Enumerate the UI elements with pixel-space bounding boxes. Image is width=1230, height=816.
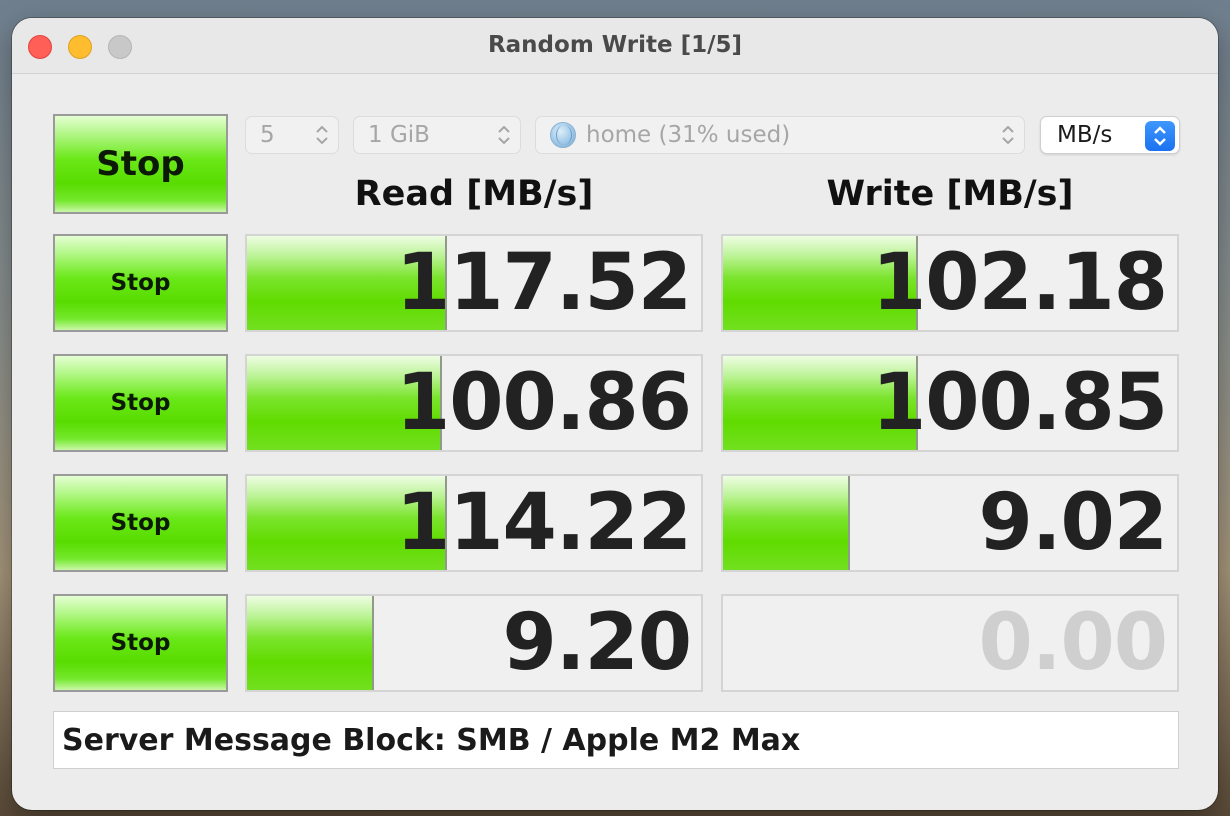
write-result-2: 100.85 <box>721 354 1179 452</box>
write-value: 102.18 <box>872 238 1168 328</box>
stop-row-1-button[interactable]: Stop <box>53 234 228 332</box>
read-value: 114.22 <box>396 478 692 568</box>
stop-all-button[interactable]: Stop <box>53 114 228 214</box>
stop-row-3-button[interactable]: Stop <box>53 474 228 572</box>
write-value: 100.85 <box>872 358 1168 448</box>
unit-value: MB/s <box>1057 122 1113 148</box>
write-result-4: 0.00 <box>721 594 1179 692</box>
test-count-value: 5 <box>260 122 275 148</box>
stop-row-2-button[interactable]: Stop <box>53 354 228 452</box>
read-result-4: 9.20 <box>245 594 703 692</box>
network-globe-icon <box>550 122 576 148</box>
read-value: 9.20 <box>502 598 692 688</box>
stop-row-4-button[interactable]: Stop <box>53 594 228 692</box>
write-value: 9.02 <box>978 478 1168 568</box>
read-value: 100.86 <box>396 358 692 448</box>
read-result-1: 117.52 <box>245 234 703 332</box>
app-window: Random Write [1/5] Stop 5 1 GiB home (31… <box>12 18 1218 810</box>
write-value: 0.00 <box>978 598 1168 688</box>
read-column-header: Read [MB/s] <box>354 174 594 214</box>
write-level-bar <box>723 476 851 570</box>
test-size-select[interactable]: 1 GiB <box>353 116 521 154</box>
read-result-2: 100.86 <box>245 354 703 452</box>
title-bar: Random Write [1/5] <box>12 18 1218 74</box>
read-result-3: 114.22 <box>245 474 703 572</box>
target-drive-select[interactable]: home (31% used) <box>535 116 1025 154</box>
write-result-1: 102.18 <box>721 234 1179 332</box>
chevron-updown-icon <box>1145 121 1175 151</box>
chevron-updown-icon <box>498 125 510 145</box>
write-result-3: 9.02 <box>721 474 1179 572</box>
read-level-bar <box>247 596 375 690</box>
chevron-updown-icon <box>1002 125 1014 145</box>
target-drive-value: home (31% used) <box>586 122 791 148</box>
write-column-header: Write [MB/s] <box>826 174 1074 214</box>
status-message: Server Message Block: SMB / Apple M2 Max <box>53 711 1179 769</box>
window-title: Random Write [1/5] <box>487 32 743 58</box>
unit-select[interactable]: MB/s <box>1040 116 1180 154</box>
chevron-updown-icon <box>316 125 328 145</box>
test-size-value: 1 GiB <box>368 122 430 148</box>
test-count-select[interactable]: 5 <box>245 116 339 154</box>
read-value: 117.52 <box>396 238 692 328</box>
